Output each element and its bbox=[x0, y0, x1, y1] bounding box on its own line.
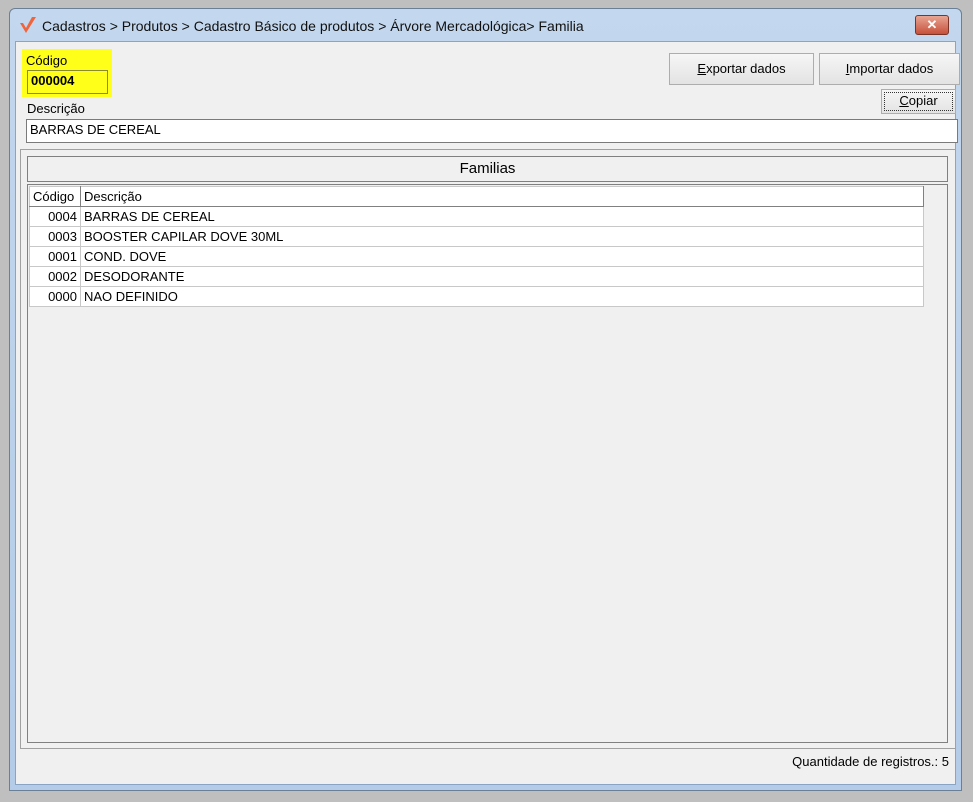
descricao-input[interactable]: BARRAS DE CEREAL bbox=[26, 119, 958, 143]
table-row[interactable]: 0002 DESODORANTE bbox=[29, 266, 924, 287]
column-header-codigo[interactable]: Código bbox=[29, 186, 81, 207]
copiar-mnemonic: C bbox=[899, 93, 909, 108]
codigo-label: Código bbox=[26, 53, 68, 68]
familias-title: Familias bbox=[27, 156, 948, 182]
codigo-input[interactable]: 000004 bbox=[27, 70, 108, 94]
close-button[interactable]: ✕ bbox=[915, 15, 949, 35]
exportar-mnemonic: E bbox=[697, 61, 707, 76]
copiar-button[interactable]: Copiar bbox=[881, 89, 956, 114]
importar-dados-button[interactable]: Importar dados bbox=[819, 53, 960, 85]
column-header-descricao[interactable]: Descrição bbox=[80, 186, 924, 207]
descricao-label: Descrição bbox=[27, 101, 85, 116]
table-row[interactable]: 0000 NAO DEFINIDO bbox=[29, 286, 924, 307]
table-row[interactable]: 0001 COND. DOVE bbox=[29, 246, 924, 267]
window: Cadastros > Produtos > Cadastro Básico d… bbox=[9, 8, 962, 791]
cell-descricao: NAO DEFINIDO bbox=[80, 286, 924, 307]
familias-grid[interactable]: Código Descrição 0004 BARRAS DE CEREAL 000… bbox=[27, 184, 948, 743]
cell-codigo: 0002 bbox=[29, 266, 81, 287]
exportar-label: xportar dados bbox=[706, 61, 786, 76]
cell-codigo: 0001 bbox=[29, 246, 81, 267]
client-area: Código 000004 Descrição BARRAS DE CEREAL… bbox=[15, 41, 960, 785]
cell-descricao: DESODORANTE bbox=[80, 266, 924, 287]
familias-table: Código Descrição 0004 BARRAS DE CEREAL 000… bbox=[29, 186, 924, 307]
cell-descricao: BOOSTER CAPILAR DOVE 30ML bbox=[80, 226, 924, 247]
record-count: Quantidade de registros.: 5 bbox=[792, 754, 949, 769]
exportar-dados-button[interactable]: Exportar dados bbox=[669, 53, 814, 85]
cell-descricao: COND. DOVE bbox=[80, 246, 924, 267]
table-row[interactable]: 0004 BARRAS DE CEREAL bbox=[29, 206, 924, 227]
importar-label: mportar dados bbox=[849, 61, 934, 76]
app-logo-icon bbox=[20, 17, 36, 33]
cell-codigo: 0000 bbox=[29, 286, 81, 307]
cell-codigo: 0004 bbox=[29, 206, 81, 227]
copiar-label: opiar bbox=[908, 93, 938, 108]
cell-descricao: BARRAS DE CEREAL bbox=[80, 206, 924, 227]
window-title: Cadastros > Produtos > Cadastro Básico d… bbox=[42, 18, 584, 34]
cell-codigo: 0003 bbox=[29, 226, 81, 247]
table-row[interactable]: 0003 BOOSTER CAPILAR DOVE 30ML bbox=[29, 226, 924, 247]
